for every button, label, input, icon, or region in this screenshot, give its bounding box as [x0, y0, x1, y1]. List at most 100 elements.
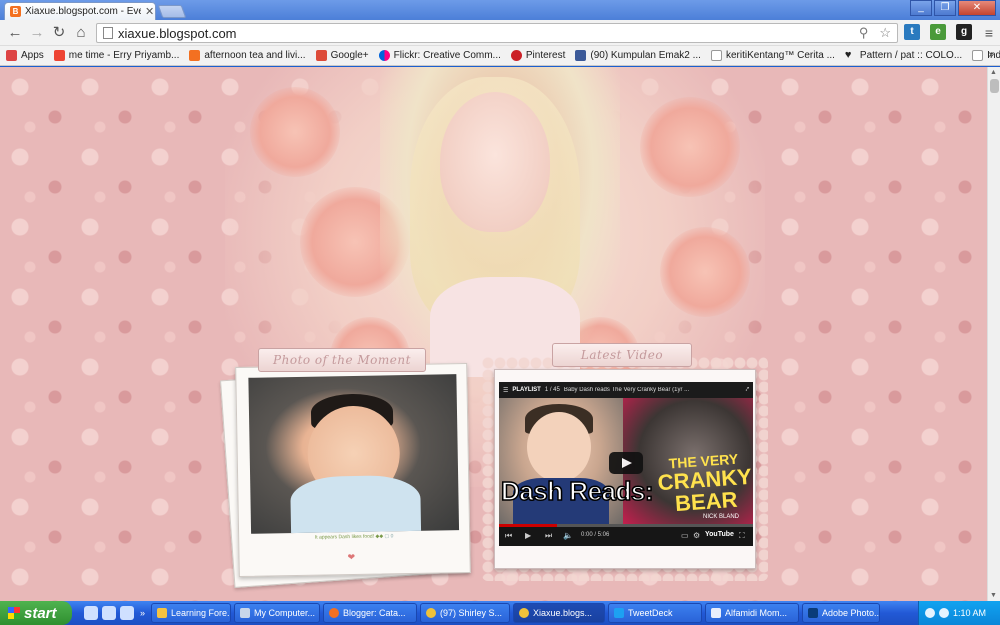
heart-icon: ♥: [844, 49, 852, 61]
play-icon[interactable]: ▶: [525, 531, 531, 540]
bookmark-pattern[interactable]: ♥ Pattern / pat :: COLO...: [844, 49, 962, 62]
volume-icon[interactable]: 🔈: [563, 531, 573, 540]
taskbar-item[interactable]: Adobe Photo...: [802, 603, 881, 623]
scroll-down-icon[interactable]: ▼: [990, 592, 997, 599]
video-title[interactable]: Baby Dash reads The Very Cranky Bear (1y…: [564, 387, 742, 393]
taskbar-item[interactable]: (97) Shirley S...: [420, 603, 511, 623]
internet-explorer-icon[interactable]: [120, 606, 134, 620]
bookmark-kumpulan-emak2[interactable]: (90) Kumpulan Emak2 ...: [575, 50, 701, 61]
bookmark-me-time[interactable]: me time - Erry Priyamb...: [53, 50, 179, 61]
address-bar[interactable]: xiaxue.blogspot.com ⚲ ☆: [96, 23, 898, 43]
menu-icon[interactable]: ≡: [980, 24, 998, 42]
scroll-up-icon[interactable]: ▲: [990, 69, 997, 76]
network-icon[interactable]: [925, 608, 935, 618]
apps-grid-icon: [6, 50, 17, 61]
bookmark-indosat[interactable]: Indosat Super Wifi: [972, 50, 1000, 61]
windows-taskbar: start » Learning Fore... My Computer... …: [0, 601, 1000, 625]
taskbar-item[interactable]: TweetDeck: [608, 603, 703, 623]
photoshop-icon: [808, 608, 819, 618]
ghostery-extension-icon[interactable]: g: [956, 24, 972, 40]
taskbar-item-label: Alfamidi Mom...: [725, 608, 788, 618]
bookmark-keritikentang[interactable]: keritiKentang™ Cerita ...: [710, 50, 835, 61]
window-controls: _ ❐ ✕: [910, 0, 996, 16]
evernote-extension-icon[interactable]: e: [930, 24, 946, 40]
chrome-icon[interactable]: [102, 606, 116, 620]
forward-arrow-icon[interactable]: →: [28, 24, 46, 42]
computer-icon: [240, 608, 251, 618]
taskbar-item[interactable]: Blogger: Cata...: [323, 603, 418, 623]
flickr-icon: [378, 50, 390, 61]
browser-tab-active[interactable]: B Xiaxue.blogspot.com - Every ✕: [4, 2, 156, 20]
url-text[interactable]: xiaxue.blogspot.com: [118, 26, 854, 41]
start-button[interactable]: start: [0, 601, 72, 625]
tab-close-icon[interactable]: ✕: [145, 5, 154, 18]
start-label: start: [24, 604, 57, 622]
photo-caption[interactable]: It appears Dash likes food! ◆◆: [315, 533, 383, 540]
heart-icon: ❤: [347, 551, 356, 563]
video-time: 0:00 / 5:06: [581, 532, 610, 538]
quick-launch-overflow-icon[interactable]: »: [140, 608, 145, 618]
close-window-button[interactable]: ✕: [958, 0, 996, 16]
settings-gear-icon[interactable]: ⚙: [693, 531, 700, 540]
gmail-icon: [53, 50, 65, 61]
youtube-logo[interactable]: YouTube: [705, 531, 734, 538]
previous-icon[interactable]: ⏮: [505, 531, 512, 541]
playlist-position: 1 / 45: [544, 387, 560, 393]
maximize-button[interactable]: ❐: [934, 0, 956, 16]
page-scrollbar[interactable]: ▲ ▼: [987, 67, 1000, 601]
reload-icon[interactable]: ↻: [50, 24, 68, 42]
folder-icon: [157, 608, 168, 618]
baby-photo[interactable]: [248, 374, 460, 534]
scrollbar-thumb[interactable]: [990, 79, 999, 93]
baby-bib: [290, 474, 422, 534]
photo-comment-count: 0: [390, 533, 394, 540]
bookmark-google-plus[interactable]: Google+: [315, 50, 369, 61]
bookmark-afternoon-tea[interactable]: afternoon tea and livi...: [189, 50, 306, 61]
bookmark-pinterest[interactable]: Pinterest: [510, 50, 565, 61]
taskbar-item[interactable]: Alfamidi Mom...: [705, 603, 800, 623]
pinterest-icon: [510, 50, 522, 61]
show-desktop-icon[interactable]: [84, 606, 98, 620]
windows-logo-icon: [8, 607, 20, 619]
bookmark-star-icon[interactable]: ☆: [879, 25, 891, 41]
facebook-icon: [575, 50, 587, 61]
rose-decoration: [660, 227, 750, 317]
playlist-label[interactable]: PLAYLIST: [512, 387, 540, 393]
taskbar-item-label: (97) Shirley S...: [440, 608, 503, 618]
next-icon[interactable]: ⏭: [545, 531, 552, 541]
youtube-player[interactable]: ☰ PLAYLIST 1 / 45 Baby Dash reads The Ve…: [499, 382, 753, 546]
taskbar-item-label: My Computer...: [254, 608, 316, 618]
bookmark-flickr[interactable]: Flickr: Creative Comm...: [378, 50, 501, 61]
clock[interactable]: 1:10 AM: [953, 608, 986, 618]
playlist-icon[interactable]: ☰: [503, 387, 508, 394]
play-button[interactable]: [609, 452, 643, 474]
portrait-face: [440, 92, 550, 232]
minimize-button[interactable]: _: [910, 0, 932, 16]
bookmarks-bar: Apps me time - Erry Priyamb... afternoon…: [0, 46, 1000, 66]
video-progress-fill: [499, 524, 558, 527]
quick-launch: [84, 606, 134, 620]
video-widget-title: Latest Video: [552, 343, 692, 367]
fullscreen-icon[interactable]: ⛶: [739, 531, 745, 541]
taskbar-item-active[interactable]: Xiaxue.blogs...: [513, 603, 606, 623]
new-tab-button[interactable]: [157, 5, 187, 18]
search-icon[interactable]: ⚲: [859, 25, 869, 41]
home-icon[interactable]: ⌂: [72, 24, 90, 42]
latest-video-frame: ☰ PLAYLIST 1 / 45 Baby Dash reads The Ve…: [494, 369, 756, 569]
bookmarks-overflow-icon[interactable]: »: [988, 49, 994, 60]
page-icon: [972, 50, 984, 61]
twitter-extension-icon[interactable]: t: [904, 24, 920, 40]
taskbar-item[interactable]: My Computer...: [234, 603, 321, 623]
video-progress-bar[interactable]: [499, 524, 753, 527]
captions-icon[interactable]: ▭: [681, 531, 689, 540]
document-icon: [711, 608, 722, 618]
kid-face: [527, 412, 591, 482]
video-controls: ⏮ ▶ ⏭ 🔈 0:00 / 5:06 ▭ ⚙ YouTube ⛶: [499, 524, 753, 546]
bookmark-apps[interactable]: Apps: [6, 50, 44, 61]
share-icon[interactable]: ⤤: [746, 387, 749, 394]
taskbar-item-label: Blogger: Cata...: [343, 608, 406, 618]
back-arrow-icon[interactable]: ←: [6, 24, 24, 42]
volume-icon[interactable]: [939, 608, 949, 618]
taskbar-item[interactable]: Learning Fore...: [151, 603, 232, 623]
tab-title: Xiaxue.blogspot.com - Every: [25, 6, 141, 17]
